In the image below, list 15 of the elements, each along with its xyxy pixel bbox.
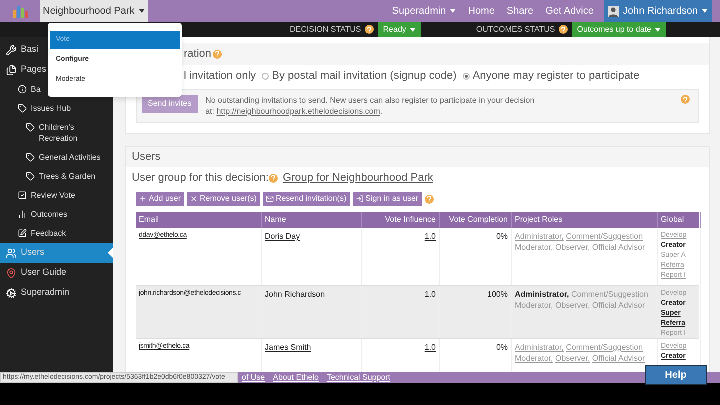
completion-cell: 0%: [440, 228, 512, 285]
option-text: l invitation only: [184, 68, 256, 84]
roles-cell: Administrator, Comment/Suggestion Moderator, Observer, Official Advisor: [512, 286, 658, 338]
invite-message: No outstanding invitations to send. New users can also register to participate in your decision at: http://neighbourhoodpark.ethelodecisions.com.: [206, 95, 536, 117]
status-label: DECISION STATUS: [290, 24, 362, 36]
roles-cell: Administrator, Comment/Suggestion Moderator, Observer, Official Advisor: [512, 228, 658, 285]
influence-cell: 1.0: [362, 286, 440, 338]
name-cell: John Richardson: [262, 286, 362, 338]
status-label: OUTCOMES STATUS: [476, 24, 556, 36]
panel-title: ration: [184, 46, 212, 62]
panel-title: Users: [132, 150, 161, 165]
group-label: User group for this decision:: [132, 170, 269, 186]
influence-cell: 1.0: [362, 228, 440, 285]
name-cell: Doris Day: [262, 228, 362, 285]
completion-cell: 100%: [440, 286, 512, 338]
